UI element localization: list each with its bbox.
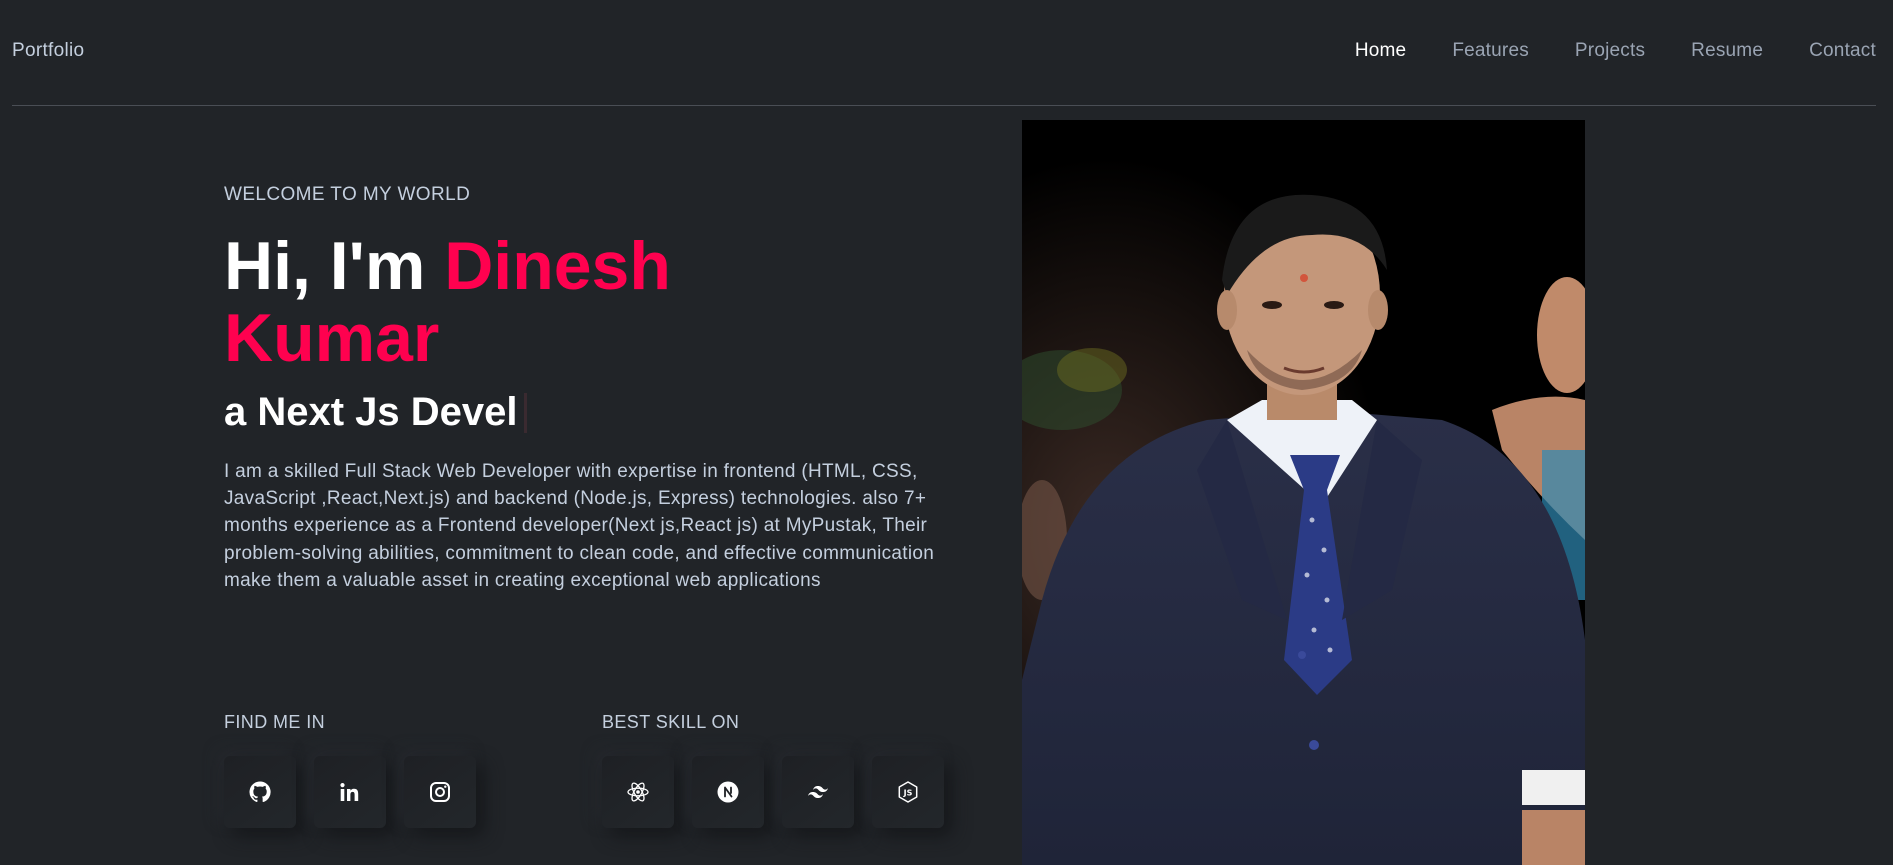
main-nav: Home Features Projects Resume Contact xyxy=(1355,40,1876,62)
intro-paragraph: I am a skilled Full Stack Web Developer … xyxy=(224,461,935,591)
site-header: Portfolio Home Features Projects Resume … xyxy=(12,0,1876,106)
svg-text:JS: JS xyxy=(903,788,913,797)
profile-photo xyxy=(1022,120,1585,865)
react-skill[interactable] xyxy=(602,756,674,828)
nodejs-icon: JS xyxy=(898,781,918,803)
social-links xyxy=(224,756,476,828)
nav-projects[interactable]: Projects xyxy=(1575,40,1645,62)
nav-contact[interactable]: Contact xyxy=(1809,40,1876,62)
brand-logo[interactable]: Portfolio xyxy=(12,40,84,62)
hero-name-last: Kumar xyxy=(224,300,440,376)
best-skill-label: BEST SKILL ON xyxy=(602,712,740,732)
tailwind-icon xyxy=(808,786,828,798)
nodejs-skill[interactable]: JS xyxy=(872,756,944,828)
nav-resume[interactable]: Resume xyxy=(1691,40,1763,62)
hero-title: Hi, I'm Dinesh Kumar xyxy=(224,230,824,374)
hero-name-first: Dinesh xyxy=(444,228,671,304)
nextjs-icon xyxy=(717,781,739,803)
find-me-label: FIND ME IN xyxy=(224,712,325,732)
welcome-subtitle: WELCOME TO MY WORLD xyxy=(224,184,471,205)
typed-role: a Next Js Devel xyxy=(224,390,527,435)
react-icon xyxy=(627,782,649,802)
tailwind-skill[interactable] xyxy=(782,756,854,828)
linkedin-icon xyxy=(340,783,359,801)
linkedin-button[interactable] xyxy=(314,756,386,828)
instagram-icon xyxy=(430,782,450,802)
hero-greeting: Hi, I'm xyxy=(224,228,445,304)
skill-icons: JS xyxy=(602,756,944,828)
typed-role-text: a Next Js Devel xyxy=(224,390,518,434)
nav-home[interactable]: Home xyxy=(1355,40,1406,62)
instagram-button[interactable] xyxy=(404,756,476,828)
profile-photo-illustration xyxy=(1022,120,1585,865)
github-icon xyxy=(249,781,271,803)
github-button[interactable] xyxy=(224,756,296,828)
typing-cursor xyxy=(523,392,527,433)
nav-features[interactable]: Features xyxy=(1452,40,1529,62)
nextjs-skill[interactable] xyxy=(692,756,764,828)
